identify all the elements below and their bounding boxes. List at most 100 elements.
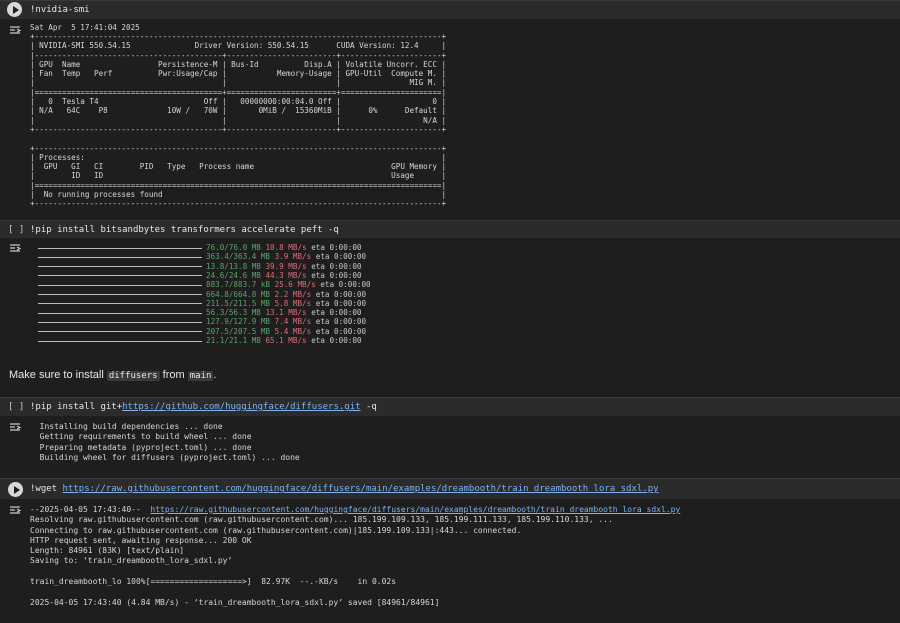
nvidia-smi-line: | Fan Temp Perf Pwr:Usage/Cap | Memory-U… <box>30 69 447 79</box>
download-eta: eta 0:00:00 <box>311 243 362 252</box>
wget-log-line: Resolving raw.githubusercontent.com (raw… <box>30 515 613 525</box>
cell-output-wget: --2025-04-05 17:43:40-- https://raw.gith… <box>0 499 900 623</box>
output-toggle-icon[interactable] <box>9 504 21 516</box>
code-cell-install-diffusers[interactable]: [ ] !pip install git+https://github.com/… <box>0 397 900 417</box>
code-cell-pip-install[interactable]: [ ] !pip install bitsandbytes transforme… <box>0 220 900 239</box>
code-cell-nvidia-smi[interactable]: !nvidia-smi <box>0 0 900 20</box>
progress-bar <box>38 303 202 305</box>
output-toggle-icon[interactable] <box>9 421 21 433</box>
cell-code[interactable]: !pip install bitsandbytes transformers a… <box>30 225 339 235</box>
nvidia-smi-line: +---------------------------------------… <box>30 199 447 209</box>
nvidia-smi-line: |=======================================… <box>30 180 447 190</box>
install-log-line: Preparing metadata (pyproject.toml) ... … <box>30 442 252 452</box>
wget-log-line: train_dreambooth_lo 100%[===============… <box>30 577 397 587</box>
wget-log: --2025-04-05 17:43:40-- https://raw.gith… <box>30 505 680 608</box>
download-eta: eta 0:00:00 <box>311 336 362 345</box>
download-size: 24.6/24.6 MB <box>206 270 261 280</box>
install-log-line: Getting requirements to build wheel ... … <box>30 432 252 442</box>
markdown-cell: Make sure to install diffusers from main… <box>9 369 216 381</box>
nvidia-smi-line: | ID ID Usage | <box>30 171 447 181</box>
download-speed: 25.6 MB/s <box>274 280 316 290</box>
progress-bar <box>38 284 202 286</box>
wget-log-line: 2025-04-05 17:43:40 (4.84 MB/s) - ‘train… <box>30 597 440 607</box>
nvidia-smi-timestamp: Sat Apr 5 17:41:04 2025 <box>30 23 140 32</box>
nvidia-smi-line: | | | MIG M. | <box>30 78 447 88</box>
output-toggle-icon[interactable] <box>9 24 21 36</box>
code-text: !pip install git+ <box>30 402 123 412</box>
download-size: 363.4/363.4 MB <box>206 252 271 262</box>
pip-progress-row: 883.7/883.7 kB 25.6 MB/s eta 0:00:00 <box>38 280 371 289</box>
cell-code[interactable]: !pip install git+https://github.com/hugg… <box>30 402 377 412</box>
pip-progress-row: 211.5/211.5 MB 5.8 MB/s eta 0:00:00 <box>38 299 366 308</box>
nvidia-smi-table: +---------------------------------------… <box>30 32 446 209</box>
markdown-text: . <box>213 369 217 381</box>
nvidia-smi-line: |---------------------------------------… <box>30 50 447 60</box>
progress-bar <box>38 275 202 277</box>
download-size: 883.7/883.7 kB <box>206 280 271 290</box>
nvidia-smi-line: | NVIDIA-SMI 550.54.15 Driver Version: 5… <box>30 41 447 51</box>
code-cell-wget[interactable]: !wget https://raw.githubusercontent.com/… <box>0 478 900 500</box>
nvidia-smi-line: | 0 Tesla T4 Off | 00000000:00:04.0 Off … <box>30 97 447 107</box>
markdown-code: main <box>187 371 214 381</box>
download-eta: eta 0:00:00 <box>315 317 367 327</box>
code-text: -q <box>360 402 377 412</box>
download-speed: 2.2 MB/s <box>274 289 312 299</box>
download-size: 76.0/76.0 MB <box>206 243 261 252</box>
markdown-text: from <box>159 369 188 381</box>
pip-progress-row: 76.0/76.0 MB 10.8 MB/s eta 0:00:00 <box>38 243 361 252</box>
download-speed: 3.9 MB/s <box>274 252 312 262</box>
pip-progress-row: 664.8/664.8 MB 2.2 MB/s eta 0:00:00 <box>38 290 366 299</box>
cell-run-bracket[interactable]: [ ] <box>8 225 24 235</box>
pip-progress-row: 127.9/127.9 MB 7.4 MB/s eta 0:00:00 <box>38 317 366 326</box>
wget-log-url-link[interactable]: https://raw.githubusercontent.com/huggin… <box>150 505 680 514</box>
diffusers-git-link[interactable]: https://github.com/huggingface/diffusers… <box>122 402 360 412</box>
progress-bar <box>38 247 202 249</box>
download-eta: eta 0:00:00 <box>311 308 362 318</box>
download-eta: eta 0:00:00 <box>311 270 362 280</box>
cell-output-install-diffusers: Installing build dependencies ... done G… <box>0 416 900 476</box>
wget-log-line: HTTP request sent, awaiting response... … <box>30 535 252 545</box>
pip-progress-row: 24.6/24.6 MB 44.3 MB/s eta 0:00:00 <box>38 271 361 280</box>
download-speed: 7.4 MB/s <box>274 317 312 327</box>
progress-bar <box>38 266 202 268</box>
download-speed: 65.1 MB/s <box>265 336 307 345</box>
download-speed: 39.9 MB/s <box>265 261 307 271</box>
wget-url-link[interactable]: https://raw.githubusercontent.com/huggin… <box>63 484 659 494</box>
download-eta: eta 0:00:00 <box>315 252 367 262</box>
code-text: !wget <box>30 484 63 494</box>
download-speed: 5.8 MB/s <box>274 298 312 308</box>
wget-log-line: Length: 84961 (83K) [text/plain] <box>30 546 185 556</box>
cell-output-nvidia-smi: Sat Apr 5 17:41:04 2025 +---------------… <box>0 19 900 219</box>
download-size: 664.8/664.8 MB <box>206 289 271 299</box>
nvidia-smi-line: | | | N/A | <box>30 115 447 125</box>
cell-code[interactable]: !wget https://raw.githubusercontent.com/… <box>30 484 659 494</box>
nvidia-smi-line: | GPU Name Persistence-M | Bus-Id Disp.A… <box>30 59 447 69</box>
nvidia-smi-line: | N/A 64C P8 10W / 70W | 0MiB / 15360MiB… <box>30 106 447 116</box>
run-cell-icon[interactable] <box>7 2 22 17</box>
nvidia-smi-line: +---------------------------------------… <box>30 124 447 134</box>
download-size: 127.9/127.9 MB <box>206 317 271 327</box>
pip-progress-row: 13.8/13.8 MB 39.9 MB/s eta 0:00:00 <box>38 262 361 271</box>
diffusers-install-log: Installing build dependencies ... done G… <box>30 422 300 464</box>
download-speed: 10.8 MB/s <box>265 243 307 252</box>
pip-progress-row: 21.1/21.1 MB 65.1 MB/s eta 0:00:00 <box>38 336 361 345</box>
pip-progress-row: 56.3/56.3 MB 13.1 MB/s eta 0:00:00 <box>38 308 361 317</box>
download-size: 211.5/211.5 MB <box>206 298 271 308</box>
pip-progress-row: 363.4/363.4 MB 3.9 MB/s eta 0:00:00 <box>38 252 366 261</box>
install-log-line: Installing build dependencies ... done <box>30 422 223 431</box>
wget-log-line: --2025-04-05 17:43:40-- <box>30 505 151 514</box>
nvidia-smi-line: | No running processes found | <box>30 190 447 200</box>
progress-bar <box>38 312 202 314</box>
download-speed: 13.1 MB/s <box>265 308 307 318</box>
run-cell-icon[interactable] <box>8 482 23 497</box>
output-toggle-icon[interactable] <box>9 242 21 254</box>
download-eta: eta 0:00:00 <box>315 298 367 308</box>
nvidia-smi-line: +---------------------------------------… <box>30 32 447 41</box>
install-log-line: Building wheel for diffusers (pyproject.… <box>30 453 300 463</box>
cell-run-bracket[interactable]: [ ] <box>8 402 24 412</box>
nvidia-smi-line: +---------------------------------------… <box>30 143 447 153</box>
download-eta: eta 0:00:00 <box>320 280 371 290</box>
cell-code[interactable]: !nvidia-smi <box>30 5 90 15</box>
download-eta: eta 0:00:00 <box>315 326 367 336</box>
markdown-code: diffusers <box>106 371 160 381</box>
